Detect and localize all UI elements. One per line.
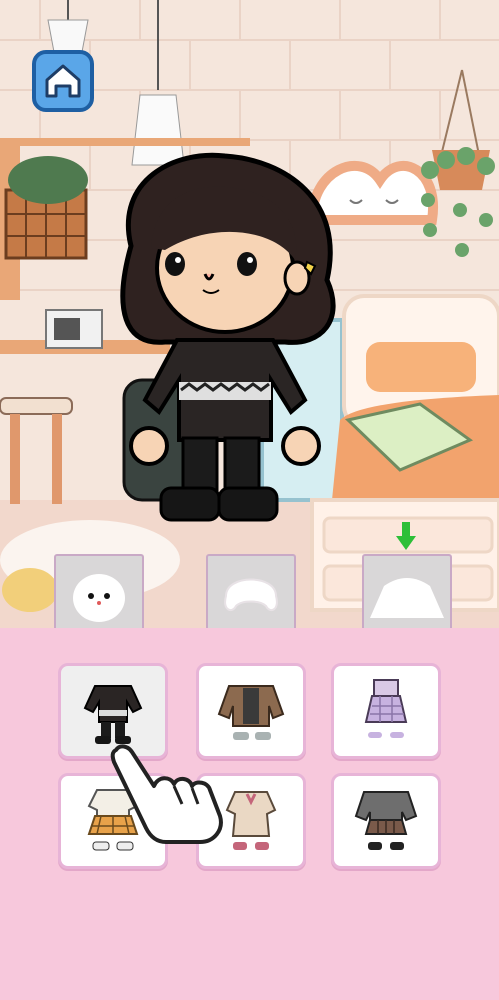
character-avatar[interactable] [95,150,355,530]
category-label: face [142,556,143,557]
gray-jacket-plaid-skirt-outfit-icon [354,791,418,850]
lavender-plaid-dress-outfit-icon [364,679,408,738]
category-tab-face[interactable]: face [54,554,144,630]
face-silhouette-icon [73,574,125,622]
outfit-card-6[interactable] [331,773,441,869]
pointing-hand-icon [110,744,223,844]
outfit-card-3[interactable] [331,663,441,759]
home-button[interactable]: house-icon [32,50,94,112]
category-label: clothes [450,556,451,557]
category-label: hair [294,556,295,557]
green-arrow-down-icon [396,522,416,550]
hair-silhouette-icon [224,578,278,612]
category-tab-clothes[interactable]: clothes [362,554,452,630]
outfit-silhouette-icon [370,578,444,618]
house-icon [45,64,81,98]
category-tab-hair[interactable]: hair [206,554,296,630]
